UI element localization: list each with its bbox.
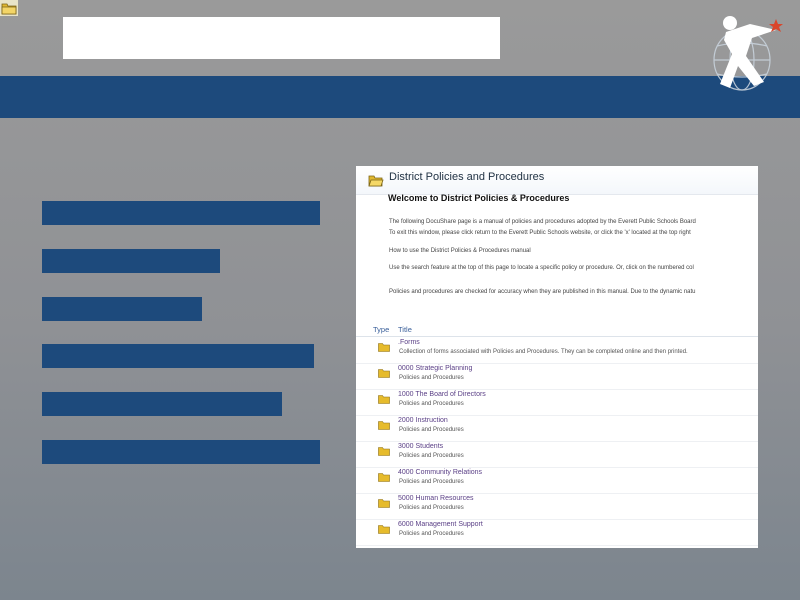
paragraph-2: To exit this window, please click return… — [389, 230, 691, 236]
list-item[interactable]: 4000 Community Relations Policies and Pr… — [356, 467, 758, 494]
list-item-desc: Policies and Procedures — [399, 375, 464, 381]
list-item-title[interactable]: 5000 Human Resources — [398, 495, 474, 502]
list-item-desc: Policies and Procedures — [399, 453, 464, 459]
folder-icon — [378, 342, 390, 354]
paragraph-5: Policies and procedures are checked for … — [389, 289, 696, 295]
list-item-desc: Policies and Procedures — [399, 505, 464, 511]
list-item-title[interactable]: .Forms — [398, 339, 420, 346]
title-placeholder — [63, 17, 500, 59]
policies-screenshot: District Policies and Procedures Welcome… — [356, 166, 758, 548]
list-item-desc: Policies and Procedures — [399, 531, 464, 537]
folder-icon — [378, 394, 390, 406]
paragraph-1: The following DocuShare page is a manual… — [389, 219, 696, 225]
folder-icon — [378, 498, 390, 510]
bullet-bar-3 — [42, 297, 202, 321]
list-item-title[interactable]: 2000 Instruction — [398, 417, 448, 424]
list-item[interactable]: 6000 Management Support Policies and Pro… — [356, 519, 758, 546]
list-item[interactable]: 0000 Strategic Planning Policies and Pro… — [356, 363, 758, 390]
list-item-desc: Policies and Procedures — [399, 479, 464, 485]
list-item-desc: Collection of forms associated with Poli… — [399, 349, 688, 355]
bullet-bar-1 — [42, 201, 320, 225]
folder-icon — [378, 446, 390, 458]
bullet-bar-4 — [42, 344, 314, 368]
bullet-bar-2 — [42, 249, 220, 273]
list-item[interactable]: 2000 Instruction Policies and Procedures — [356, 415, 758, 442]
list-item[interactable]: 5000 Human Resources Policies and Proced… — [356, 493, 758, 520]
screenshot-header: District Policies and Procedures — [356, 166, 758, 195]
list-header: Type Title — [356, 322, 758, 337]
list-item-title[interactable]: 3000 Students — [398, 443, 443, 450]
folder-icon[interactable] — [0, 0, 18, 16]
column-type[interactable]: Type — [373, 325, 389, 334]
list-item[interactable]: 1000 The Board of Directors Policies and… — [356, 389, 758, 416]
list-item[interactable]: .Forms Collection of forms associated wi… — [356, 337, 758, 364]
paragraph-4: Use the search feature at the top of thi… — [389, 265, 694, 271]
welcome-heading: Welcome to District Policies & Procedure… — [388, 193, 570, 203]
list-item-title[interactable]: 6000 Management Support — [398, 521, 483, 528]
column-title[interactable]: Title — [398, 325, 412, 334]
paragraph-3: How to use the District Policies & Proce… — [389, 248, 531, 254]
list-item[interactable]: 3000 Students Policies and Procedures — [356, 441, 758, 468]
bullet-bar-6 — [42, 440, 320, 464]
folder-icon — [378, 368, 390, 380]
header-band — [0, 76, 800, 118]
list-item-title[interactable]: 1000 The Board of Directors — [398, 391, 486, 398]
list-item-title[interactable]: 0000 Strategic Planning — [398, 365, 472, 372]
district-logo — [706, 10, 790, 94]
list-item-desc: Policies and Procedures — [399, 401, 464, 407]
folder-icon — [378, 420, 390, 432]
bullet-bar-5 — [42, 392, 282, 416]
list-item-title[interactable]: 4000 Community Relations — [398, 469, 482, 476]
list-item-desc: Policies and Procedures — [399, 427, 464, 433]
folder-icon — [378, 472, 390, 484]
page-title: District Policies and Procedures — [389, 171, 545, 183]
folder-icon — [378, 524, 390, 536]
folder-open-icon — [368, 172, 384, 190]
